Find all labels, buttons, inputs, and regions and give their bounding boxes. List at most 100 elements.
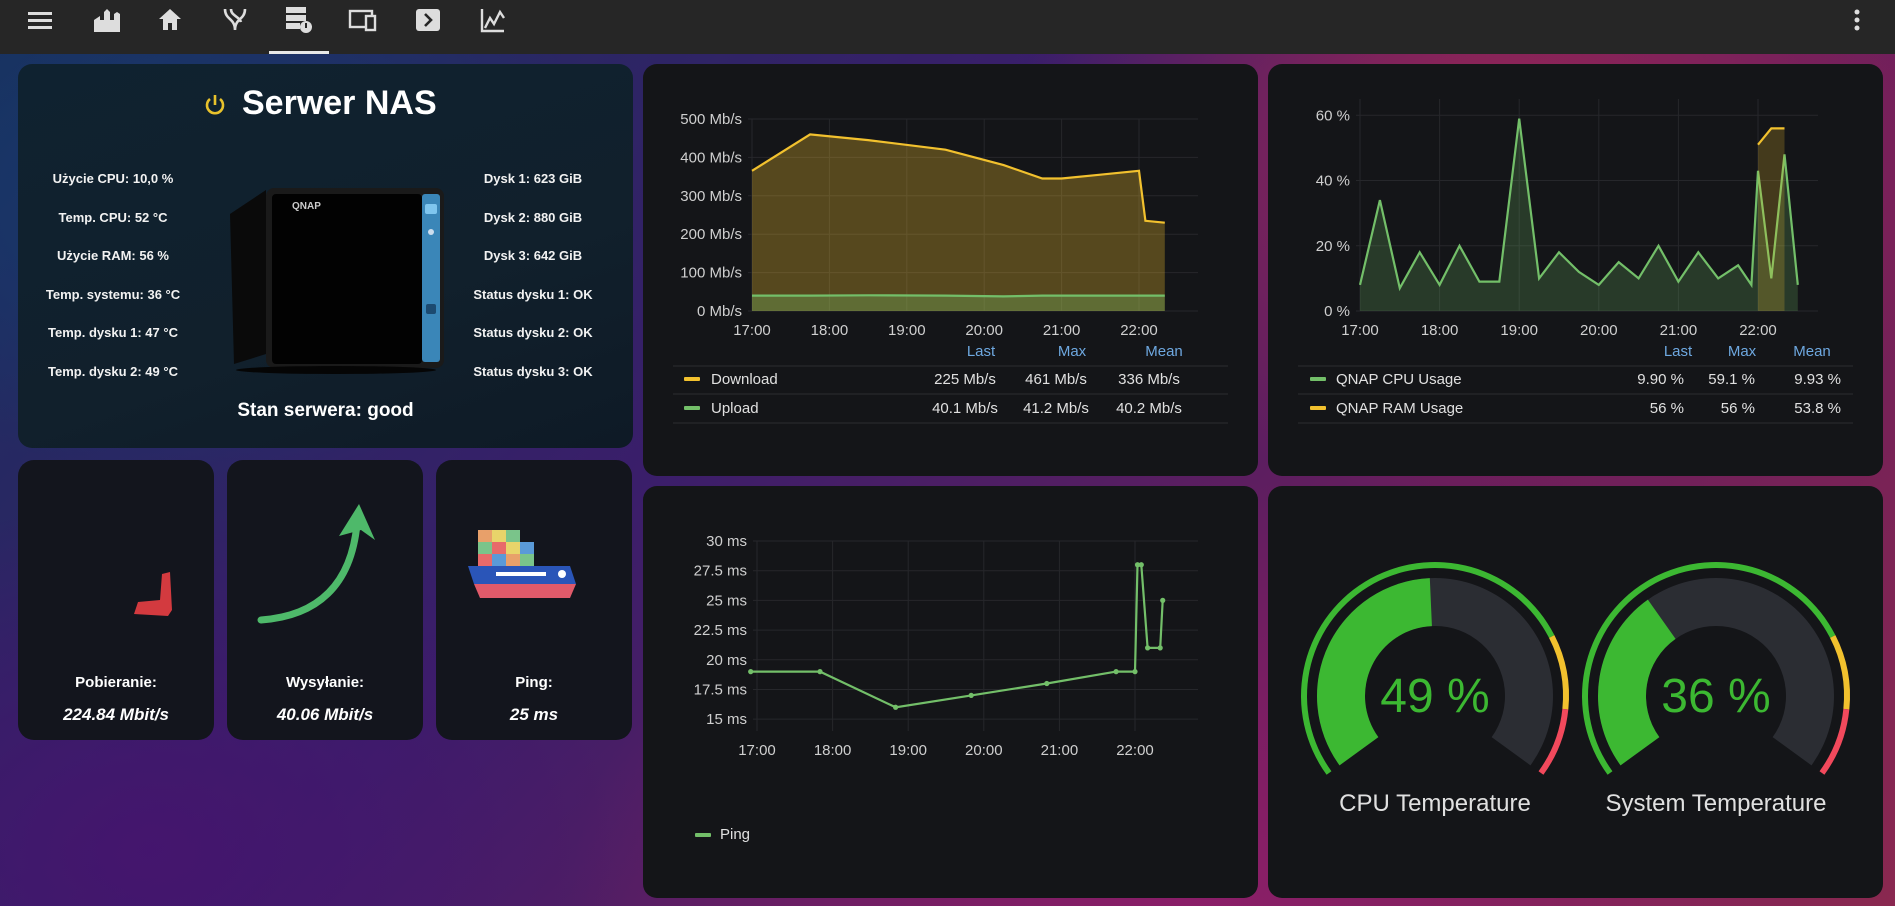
x-tick-label: 21:00 <box>1041 742 1079 759</box>
download-value: 224.84 Mbit/s <box>63 705 169 724</box>
legend-upload[interactable]: Upload <box>711 400 759 417</box>
system-temperature-title: System Temperature <box>1606 790 1827 817</box>
top-bar <box>0 0 1895 54</box>
x-tick-label: 20:00 <box>965 742 1003 759</box>
legend-ram[interactable]: QNAP RAM Usage <box>1336 400 1463 417</box>
ship-icon <box>468 530 576 598</box>
stat-disk1-temp: Temp. dysku 1: 47 °C <box>48 325 178 340</box>
gauges: 49 % 36 % CPU Temperature System Tempera… <box>1300 561 1850 817</box>
legend-download-last: 225 Mb/s <box>934 371 996 388</box>
legend-header-last: Last <box>967 343 996 360</box>
legend-ram-last: 56 % <box>1650 400 1684 417</box>
stat-disk2-status: Status dysku 2: OK <box>473 325 593 340</box>
y-tick-label: 400 Mb/s <box>680 149 742 166</box>
server-icon[interactable] <box>277 0 321 40</box>
legend-download[interactable]: Download <box>711 371 778 388</box>
series-line <box>1358 118 1799 292</box>
x-tick-label: 20:00 <box>1580 322 1618 339</box>
terminal-icon[interactable] <box>406 0 450 40</box>
upload-card: Wysyłanie: 40.06 Mbit/s <box>227 460 423 740</box>
stat-cpu-temp: Temp. CPU: 52 °C <box>58 210 168 225</box>
legend-upload-max: 41.2 Mb/s <box>1023 400 1089 417</box>
y-tick-label: 20 % <box>1316 238 1350 255</box>
data-point <box>968 692 974 698</box>
nas-brand: QNAP <box>292 201 321 212</box>
legend-cpu[interactable]: QNAP CPU Usage <box>1336 371 1462 388</box>
stat-disk1: Dysk 1: 623 GiB <box>483 171 583 186</box>
y-tick-label: 500 Mb/s <box>680 111 742 128</box>
x-tick-label: 18:00 <box>814 742 852 759</box>
download-arrow-icon <box>134 572 172 616</box>
dots-vertical-icon[interactable] <box>1837 0 1877 40</box>
legend-swatch-download <box>684 377 700 381</box>
legend-cpu-mean: 9.93 % <box>1794 371 1841 388</box>
nas-device-image: QNAP <box>230 188 444 374</box>
network-chart: 0 Mb/s 100 Mb/s 200 Mb/s 300 Mb/s 400 Mb/s 50… <box>673 111 1228 424</box>
stat-disk3-status: Status dysku 3: OK <box>473 364 593 379</box>
legend-header-mean: Mean <box>1145 343 1183 360</box>
stat-disk2-temp: Temp. dysku 2: 49 °C <box>48 364 178 379</box>
y-tick-label: 40 % <box>1316 173 1350 190</box>
legend-cpu-last: 9.90 % <box>1637 371 1684 388</box>
legend-header-max: Max <box>1058 343 1087 360</box>
nas-title: Serwer NAS <box>242 84 437 122</box>
x-tick-label: 21:00 <box>1043 322 1081 339</box>
x-tick-label: 17:00 <box>738 742 776 759</box>
series-area <box>1360 118 1798 311</box>
y-tick-label: 20 ms <box>706 652 747 669</box>
series-line <box>752 294 1165 298</box>
ping-chart-card: 15 ms 17.5 ms 20 ms 22.5 ms 25 ms 27.5 ms 30 m… <box>643 486 1258 898</box>
x-tick-label: 19:00 <box>1500 322 1538 339</box>
y-tick-label: 30 ms <box>706 533 747 550</box>
y-tick-label: 17.5 ms <box>694 681 747 698</box>
data-point <box>1132 669 1138 675</box>
data-point <box>893 704 899 710</box>
legend-upload-last: 40.1 Mb/s <box>932 400 998 417</box>
legend-swatch-cpu <box>1310 377 1326 381</box>
stat-disk3: Dysk 3: 642 GiB <box>483 248 583 263</box>
data-point <box>817 669 823 675</box>
x-tick-label: 22:00 <box>1116 742 1154 759</box>
stat-system-temp: Temp. systemu: 36 °C <box>45 287 181 302</box>
menu-icon[interactable] <box>18 0 62 40</box>
system-temperature-value: 36 % <box>1661 670 1770 723</box>
y-tick-label: 60 % <box>1316 107 1350 124</box>
data-point <box>1113 669 1119 675</box>
download-label: Pobieranie: <box>75 674 157 691</box>
devices-icon[interactable] <box>341 0 385 40</box>
y-tick-label: 300 Mb/s <box>680 188 742 205</box>
legend-header-last: Last <box>1664 343 1693 360</box>
x-tick-label: 17:00 <box>1341 322 1379 339</box>
y-tick-label: 200 Mb/s <box>680 226 742 243</box>
power-icon[interactable] <box>202 92 228 118</box>
home-icon[interactable] <box>148 0 192 40</box>
castle-icon[interactable] <box>84 0 128 40</box>
branches-icon[interactable] <box>213 0 257 40</box>
series-area <box>1758 128 1785 311</box>
legend-upload-mean: 40.2 Mb/s <box>1116 400 1182 417</box>
stat-ram-usage: Użycie RAM: 56 % <box>57 248 169 263</box>
legend-download-max: 461 Mb/s <box>1025 371 1087 388</box>
cpu-temperature-value: 49 % <box>1380 670 1489 723</box>
stat-disk1-status: Status dysku 1: OK <box>473 287 593 302</box>
data-point <box>1145 645 1151 651</box>
system-temperature-gauge <box>1582 562 1850 775</box>
data-point <box>748 669 754 675</box>
server-status: Stan serwera: good <box>237 400 414 421</box>
series-area <box>752 134 1165 311</box>
cpu-ram-chart: 0 % 20 % 40 % 60 % 17:00 18:00 19:00 20:00 21:00… <box>1298 99 1853 424</box>
y-tick-label: 15 ms <box>706 711 747 728</box>
gauges-card: 49 % 36 % CPU Temperature System Tempera… <box>1268 486 1883 898</box>
x-tick-label: 22:00 <box>1120 322 1158 339</box>
download-card: Pobieranie: 224.84 Mbit/s <box>18 460 214 740</box>
y-tick-label: 27.5 ms <box>694 563 747 580</box>
legend-swatch-ram <box>1310 406 1326 410</box>
x-tick-label: 20:00 <box>965 322 1003 339</box>
y-tick-label: 0 Mb/s <box>697 303 742 320</box>
chart-icon[interactable] <box>471 0 515 40</box>
series-line <box>750 563 1164 709</box>
y-tick-label: 22.5 ms <box>694 622 747 639</box>
legend-ping[interactable]: Ping <box>720 826 750 843</box>
x-tick-label: 18:00 <box>1421 322 1459 339</box>
x-tick-label: 19:00 <box>889 742 927 759</box>
